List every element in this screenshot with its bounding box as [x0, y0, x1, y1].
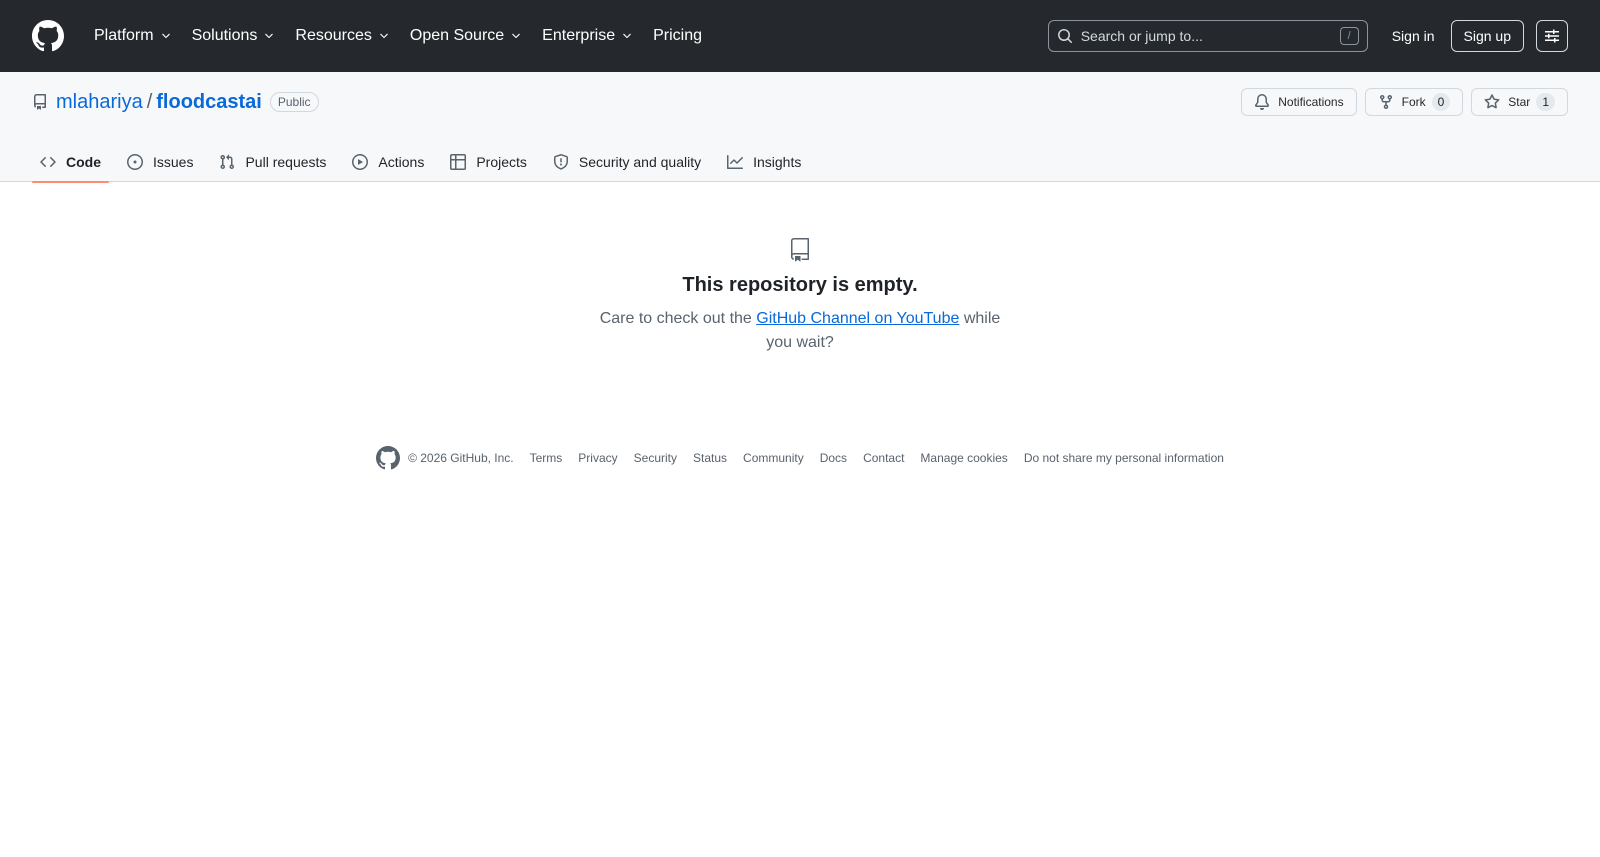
- repo-name-link[interactable]: floodcastai: [156, 91, 262, 114]
- tab-label: Code: [66, 154, 101, 170]
- issue-opened-icon: [127, 154, 143, 170]
- search-icon: [1057, 28, 1073, 44]
- footer-link-docs[interactable]: Docs: [820, 451, 847, 465]
- repo-icon: [32, 94, 48, 110]
- repo-icon: [788, 238, 812, 262]
- blankslate-text: Care to check out the GitHub Channel on …: [595, 307, 1005, 355]
- footer-link-community[interactable]: Community: [743, 451, 804, 465]
- tab-actions[interactable]: Actions: [344, 144, 432, 180]
- nav-platform[interactable]: Platform: [86, 20, 180, 52]
- repo-actions: Notifications Fork 0 Star 1: [1233, 88, 1568, 116]
- footer-link-status[interactable]: Status: [693, 451, 727, 465]
- git-pull-request-icon: [219, 154, 235, 170]
- footer-link-contact[interactable]: Contact: [863, 451, 904, 465]
- nav-label: Open Source: [409, 27, 505, 44]
- fork-count: 0: [1431, 93, 1451, 111]
- youtube-channel-link[interactable]: GitHub Channel on YouTube: [756, 310, 959, 327]
- table-icon: [450, 154, 467, 170]
- star-icon: [1484, 94, 1500, 110]
- chevron-down-icon: [378, 30, 390, 42]
- tab-label: Pull requests: [245, 154, 327, 170]
- sliders-icon: [1544, 28, 1560, 44]
- nav-pricing[interactable]: Pricing: [645, 20, 710, 52]
- nav-label: Solutions: [191, 27, 258, 44]
- footer-link-privacy[interactable]: Privacy: [578, 451, 617, 465]
- footer-link-terms[interactable]: Terms: [530, 451, 563, 465]
- blankslate-title: This repository is empty.: [682, 274, 918, 296]
- star-label: Star: [1508, 95, 1531, 109]
- notifications-label: Notifications: [1278, 95, 1344, 109]
- play-icon: [352, 154, 369, 170]
- tab-pull-requests[interactable]: Pull requests: [211, 144, 334, 180]
- repo-tabs: Code Issues Pull requests Actions Projects Se…: [32, 144, 819, 183]
- blankslate-text-before: Care to check out the: [599, 310, 757, 327]
- fork-label: Fork: [1401, 95, 1426, 109]
- footer-link-manage-cookies[interactable]: Manage cookies: [920, 451, 1007, 465]
- tab-security-and-quality[interactable]: Security and quality: [545, 144, 709, 180]
- repo-title: mlahariya / floodcastai Public: [32, 90, 319, 114]
- notifications-button[interactable]: Notifications: [1241, 88, 1357, 116]
- visibility-badge: Public: [269, 92, 319, 112]
- nav-label: Resources: [295, 27, 372, 44]
- bell-icon: [1254, 94, 1270, 110]
- chevron-down-icon: [510, 30, 522, 42]
- header-actions: Search or jump to... / Sign in Sign up: [1047, 20, 1568, 52]
- global-header: Platform Solutions Resources Open Source Ent…: [0, 0, 1600, 72]
- chevron-down-icon: [621, 30, 633, 42]
- footer-link-security[interactable]: Security: [634, 451, 677, 465]
- search-input[interactable]: Search or jump to... /: [1047, 20, 1368, 52]
- search-shortcut-key: /: [1339, 27, 1359, 45]
- blankslate: This repository is empty. Care to check …: [0, 182, 1600, 355]
- tab-label: Security and quality: [578, 154, 702, 170]
- repo-owner-link[interactable]: mlahariya: [56, 91, 143, 114]
- global-nav: Platform Solutions Resources Open Source Ent…: [86, 20, 714, 52]
- settings-menu-button[interactable]: [1536, 20, 1568, 52]
- tab-label: Issues: [153, 154, 194, 170]
- sign-in-link[interactable]: Sign in: [1384, 20, 1443, 52]
- sign-up-button[interactable]: Sign up: [1450, 20, 1524, 52]
- github-logo-icon[interactable]: [376, 446, 401, 470]
- graph-icon: [727, 154, 744, 170]
- copyright: © 2026 GitHub, Inc.: [408, 451, 514, 465]
- code-icon: [40, 154, 56, 170]
- tab-projects[interactable]: Projects: [442, 144, 535, 180]
- star-button[interactable]: Star 1: [1471, 88, 1568, 116]
- footer-link-do-not-share-my-personal-information[interactable]: Do not share my personal information: [1024, 451, 1224, 465]
- nav-enterprise[interactable]: Enterprise: [534, 20, 641, 52]
- nav-resources[interactable]: Resources: [287, 20, 397, 52]
- tab-insights[interactable]: Insights: [719, 144, 809, 180]
- nav-label: Platform: [94, 27, 154, 44]
- shield-icon: [553, 154, 569, 170]
- tab-label: Projects: [476, 154, 527, 170]
- nav-solutions[interactable]: Solutions: [184, 20, 284, 52]
- nav-open-source[interactable]: Open Source: [402, 20, 530, 52]
- nav-label: Pricing: [653, 27, 702, 44]
- tab-code[interactable]: Code: [32, 144, 109, 183]
- chevron-down-icon: [263, 30, 275, 42]
- tab-label: Insights: [753, 154, 802, 170]
- star-count: 1: [1536, 93, 1555, 111]
- github-logo-icon[interactable]: [32, 20, 64, 52]
- search-placeholder: Search or jump to...: [1080, 28, 1203, 44]
- tab-issues[interactable]: Issues: [119, 144, 201, 180]
- footer: © 2026 GitHub, Inc. Terms Privacy Security…: [0, 446, 1600, 470]
- nav-label: Enterprise: [542, 27, 616, 44]
- fork-button[interactable]: Fork 0: [1364, 88, 1464, 116]
- path-separator: /: [146, 90, 153, 113]
- repository-header: mlahariya / floodcastai Public Notificat…: [0, 72, 1600, 183]
- tab-label: Actions: [378, 154, 425, 170]
- chevron-down-icon: [160, 30, 172, 42]
- repo-forked-icon: [1378, 94, 1394, 110]
